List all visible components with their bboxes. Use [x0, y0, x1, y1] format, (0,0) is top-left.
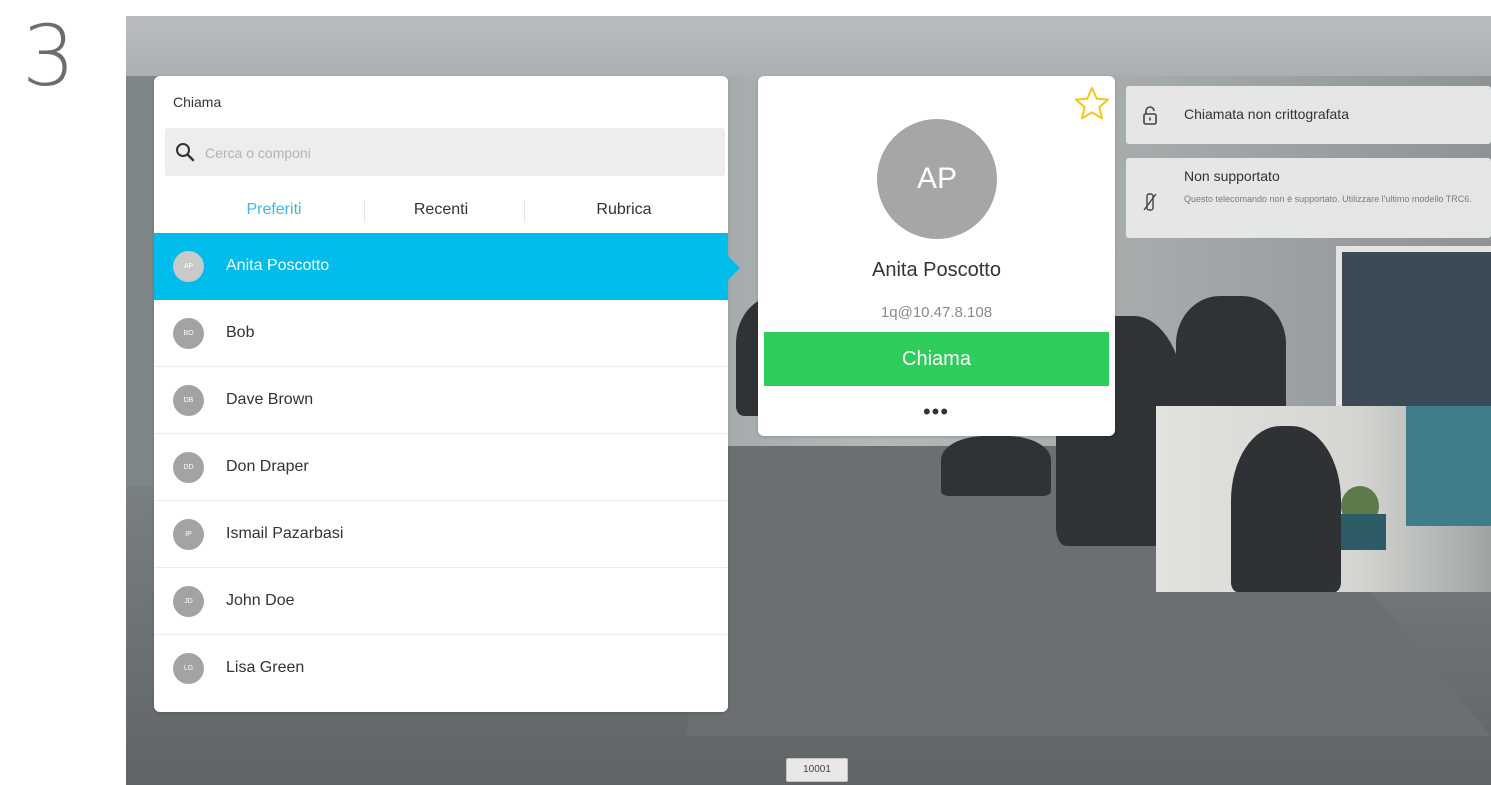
avatar: DD [173, 451, 204, 483]
avatar: BO [173, 317, 204, 349]
avatar: JD [173, 585, 204, 617]
tab-divider [524, 200, 525, 222]
lock-icon [1143, 106, 1157, 125]
contact-avatar: AP [877, 119, 997, 239]
tab-recents[interactable]: Recenti [361, 188, 521, 232]
self-view-planter [1336, 514, 1386, 550]
contact-card-address: 1q@10.47.8.108 [880, 304, 993, 321]
contact-row[interactable]: BO Bob [154, 300, 728, 367]
contact-row[interactable]: LG Lisa Green [154, 635, 728, 701]
notification-body: Questo telecomando non è supportato. Uti… [1184, 194, 1472, 204]
contact-row[interactable]: IP Ismail Pazarbasi [154, 501, 728, 568]
contact-name: Don Draper [226, 458, 309, 475]
search-input[interactable] [203, 128, 707, 178]
participant-silhouette [1176, 296, 1286, 416]
avatar: AP [173, 250, 204, 282]
no-remote-icon [1143, 193, 1157, 211]
self-view[interactable] [1156, 406, 1491, 592]
contact-name: Lisa Green [226, 659, 305, 676]
tab-directory[interactable]: Rubrica [544, 188, 704, 232]
contact-row[interactable]: JD John Doe [154, 568, 728, 635]
avatar: LG [173, 652, 204, 684]
call-panel: Chiama Preferiti Recenti Rubrica AP Anit… [154, 76, 728, 712]
notification-unsupported: Non supportato Questo telecomando non è … [1126, 158, 1491, 238]
avatar: IP [173, 518, 204, 550]
avatar: DB [173, 384, 204, 416]
contact-card: AP Anita Poscotto 1q@10.47.8.108 Chiama … [758, 76, 1115, 436]
participant-silhouette [941, 436, 1051, 496]
contact-row[interactable]: DB Dave Brown [154, 367, 728, 434]
self-view-person [1231, 426, 1341, 592]
contact-name: Anita Poscotto [226, 257, 330, 274]
call-id-badge: 10001 [786, 758, 848, 782]
call-button[interactable]: Chiama [764, 332, 1109, 386]
notification-title: Non supportato [1184, 168, 1280, 184]
panel-title: Chiama [173, 94, 222, 110]
notification-title: Chiamata non crittografata [1184, 106, 1349, 122]
star-icon[interactable] [1072, 84, 1112, 124]
contact-name: Ismail Pazarbasi [226, 525, 344, 542]
contact-name: Bob [226, 324, 255, 341]
contact-card-name: Anita Poscotto [872, 259, 1001, 281]
search-box[interactable] [165, 128, 725, 178]
contact-row[interactable]: DD Don Draper [154, 434, 728, 501]
selection-pointer [728, 256, 740, 280]
contact-list: AP Anita Poscotto BO Bob DB Dave Brown D… [154, 233, 728, 701]
contact-row[interactable]: AP Anita Poscotto [154, 233, 728, 300]
self-view-panel [1406, 406, 1491, 526]
search-icon [176, 143, 195, 162]
tab-favorites[interactable]: Preferiti [194, 188, 354, 232]
more-options-button[interactable]: ••• [906, 398, 966, 426]
tab-bar: Preferiti Recenti Rubrica [154, 188, 728, 232]
notification-encryption: Chiamata non crittografata [1126, 86, 1491, 144]
wall-picture [1336, 246, 1491, 418]
contact-name: Dave Brown [226, 391, 314, 408]
contact-name: John Doe [226, 592, 295, 609]
step-number: 3 [22, 7, 76, 105]
